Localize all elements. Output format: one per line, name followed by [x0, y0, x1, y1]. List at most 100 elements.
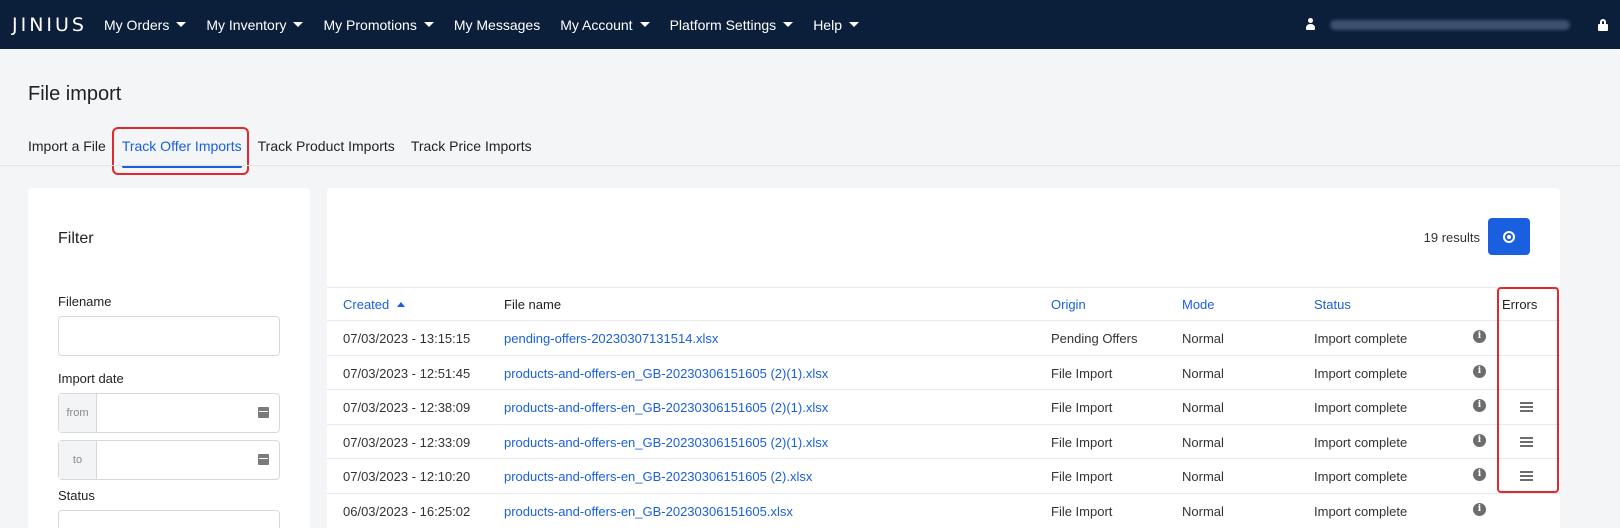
lock-icon[interactable] — [1598, 18, 1608, 31]
caret-down-icon — [783, 22, 794, 27]
cell-status: Import complete — [1314, 503, 1408, 519]
file-name-link[interactable]: pending-offers-20230307131514.xlsx — [504, 331, 718, 346]
menu-label: Platform Settings — [669, 16, 777, 33]
caret-down-icon — [176, 22, 187, 27]
menu-label: My Account — [560, 16, 633, 33]
cell-mode: Normal — [1182, 331, 1224, 346]
sort-ascending-icon — [397, 302, 406, 307]
cell-status: Import complete — [1314, 400, 1408, 416]
cell-origin: File Import — [1051, 469, 1113, 485]
menu-help[interactable]: Help — [813, 17, 859, 33]
from-prefix: from — [59, 394, 97, 432]
info-icon[interactable]: i — [1473, 502, 1486, 516]
highlight-box-active-tab — [112, 127, 249, 175]
info-icon[interactable]: i — [1473, 433, 1486, 447]
tab-track-price-imports[interactable]: Track Price Imports — [411, 138, 532, 158]
column-created[interactable]: Created — [343, 297, 406, 312]
tab-label: Track Product Imports — [257, 138, 395, 154]
divider — [0, 165, 1620, 166]
cell-status: Import complete — [1314, 434, 1408, 450]
column-origin[interactable]: Origin — [1051, 297, 1086, 312]
tab-import-a-file[interactable]: Import a File — [28, 138, 106, 158]
menu-label: Help — [813, 16, 842, 33]
file-name-link[interactable]: products-and-offers-en_GB-20230306151605… — [504, 366, 828, 381]
cell-created: 07/03/2023 - 12:33:09 — [343, 434, 471, 450]
menu-my-inventory[interactable]: My Inventory — [206, 16, 304, 33]
import-date-label: Import date — [58, 371, 124, 386]
info-icon[interactable]: i — [1473, 330, 1486, 343]
download-icon — [1503, 230, 1515, 243]
caret-down-icon — [423, 22, 434, 27]
file-name-link[interactable]: products-and-offers-en_GB-20230306151605… — [504, 400, 828, 415]
menu-label: My Inventory — [206, 16, 287, 33]
table-row: 07/03/2023 - 12:38:09 products-and-offers… — [327, 390, 1560, 425]
cell-origin: File Import — [1051, 503, 1113, 519]
filename-input[interactable] — [58, 316, 280, 356]
download-button[interactable] — [1488, 218, 1530, 255]
user-icon[interactable] — [1305, 18, 1316, 31]
column-mode[interactable]: Mode — [1182, 297, 1215, 312]
import-tabs: Import a File Track Offer Imports Track … — [28, 138, 548, 168]
info-icon[interactable]: i — [1473, 468, 1486, 482]
user-area — [1305, 0, 1620, 49]
menu-my-account[interactable]: My Account — [560, 16, 650, 33]
file-name-link[interactable]: products-and-offers-en_GB-20230306151605… — [504, 435, 828, 450]
menu-my-promotions[interactable]: My Promotions — [323, 16, 434, 33]
import-date-to-field[interactable]: to — [58, 440, 280, 480]
caret-down-icon — [639, 22, 650, 27]
main-menu: My Orders My Inventory My Promotions My … — [104, 17, 879, 33]
menu-my-messages[interactable]: My Messages — [454, 17, 540, 33]
status-label: Status — [58, 488, 95, 503]
file-name-link[interactable]: products-and-offers-en_GB-20230306151605… — [504, 469, 812, 484]
cell-status: Import complete — [1314, 331, 1408, 346]
table-body: 07/03/2023 - 13:15:15 pending-offers-2023… — [327, 321, 1560, 528]
menu-label: My Orders — [104, 16, 170, 33]
column-label: Created — [343, 297, 390, 312]
cell-created: 06/03/2023 - 16:25:02 — [343, 503, 471, 519]
menu-label: My Messages — [453, 16, 541, 33]
calendar-icon[interactable] — [258, 407, 269, 418]
cell-mode: Normal — [1182, 434, 1224, 450]
file-name-link[interactable]: products-and-offers-en_GB-20230306151605… — [504, 504, 793, 519]
cell-created: 07/03/2023 - 13:15:15 — [343, 331, 471, 346]
filter-panel: Filter Filename Import date from to Stat… — [28, 188, 310, 528]
info-icon[interactable]: i — [1473, 364, 1486, 378]
menu-label: My Promotions — [323, 16, 417, 33]
jinius-logo[interactable]: JINIUS — [12, 14, 104, 36]
info-icon[interactable]: i — [1473, 399, 1486, 413]
cell-status: Import complete — [1314, 365, 1408, 381]
status-select[interactable] — [58, 510, 280, 528]
cell-origin: Pending Offers — [1051, 331, 1138, 346]
cell-origin: File Import — [1051, 434, 1113, 450]
column-status[interactable]: Status — [1314, 297, 1351, 312]
date-to-input[interactable] — [97, 441, 279, 479]
tab-label: Import a File — [28, 138, 106, 154]
filename-label: Filename — [58, 294, 112, 309]
cell-created: 07/03/2023 - 12:10:20 — [343, 469, 471, 485]
date-from-input[interactable] — [97, 394, 279, 432]
menu-platform-settings[interactable]: Platform Settings — [670, 17, 794, 33]
table-row: 07/03/2023 - 12:33:09 products-and-offers… — [327, 425, 1560, 460]
calendar-icon[interactable] — [258, 454, 269, 465]
page-title: File import — [28, 83, 122, 105]
tab-track-product-imports[interactable]: Track Product Imports — [258, 138, 395, 158]
tab-label: Track Price Imports — [410, 138, 532, 154]
table-row: 07/03/2023 - 12:51:45 products-and-offers… — [327, 356, 1560, 391]
cell-status: Import complete — [1314, 469, 1408, 485]
table-row: 07/03/2023 - 13:15:15 pending-offers-2023… — [327, 321, 1560, 356]
cell-mode: Normal — [1182, 469, 1224, 485]
column-file-name: File name — [504, 297, 562, 312]
table-header: Created File name Origin Mode Status Err… — [327, 287, 1560, 321]
import-date-from-field[interactable]: from — [58, 393, 280, 433]
cell-mode: Normal — [1182, 365, 1224, 381]
cell-created: 07/03/2023 - 12:38:09 — [343, 400, 471, 416]
highlight-box-errors-column — [1497, 287, 1559, 493]
results-panel: 19 results Created File name Origin Mode… — [327, 188, 1560, 528]
table-row: 07/03/2023 - 12:10:20 products-and-offers… — [327, 459, 1560, 494]
menu-my-orders[interactable]: My Orders — [104, 16, 187, 33]
table-row: 06/03/2023 - 16:25:02 products-and-offers… — [327, 494, 1560, 528]
top-navbar: JINIUS My Orders My Inventory My Promoti… — [0, 0, 1620, 49]
user-email-redacted[interactable] — [1330, 19, 1570, 30]
to-prefix: to — [59, 441, 97, 479]
caret-down-icon — [293, 22, 304, 27]
